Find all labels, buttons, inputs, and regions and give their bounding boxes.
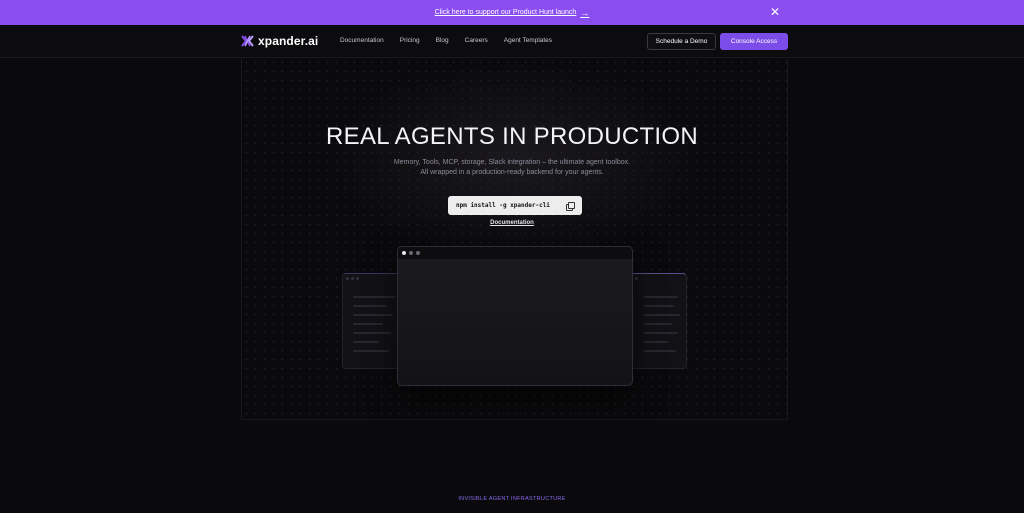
nav-link-pricing[interactable]: Pricing xyxy=(400,37,420,44)
nav-links: Documentation Pricing Blog Careers Agent… xyxy=(340,37,552,44)
nav-link-documentation[interactable]: Documentation xyxy=(340,37,384,44)
schedule-demo-button[interactable]: Schedule a Demo xyxy=(647,33,716,50)
nav-link-agent-templates[interactable]: Agent Templates xyxy=(504,37,552,44)
top-navigation: xpander.ai Documentation Pricing Blog Ca… xyxy=(0,25,1024,58)
nav-link-careers[interactable]: Careers xyxy=(465,37,488,44)
logo-text: xpander.ai xyxy=(258,34,319,48)
hero-subtitle: Memory, Tools, MCP, storage, Slack integ… xyxy=(0,158,1024,178)
install-command-box[interactable]: npm install -g xpander-cli xyxy=(448,196,582,215)
announcement-banner: Click here to support our Product Hunt l… xyxy=(0,0,1024,25)
preview-window-main xyxy=(397,246,633,386)
banner-text: Click here to support our Product Hunt l… xyxy=(434,9,577,16)
window-dot-icon xyxy=(409,251,413,255)
close-icon[interactable]: ✕ xyxy=(770,5,780,19)
arrow-right-icon: → xyxy=(580,7,590,18)
window-dot-icon xyxy=(402,251,406,255)
copy-icon[interactable] xyxy=(566,201,575,211)
hero-subtitle-line-2: All wrapped in a production-ready backen… xyxy=(420,169,604,176)
console-access-button[interactable]: Console Access xyxy=(720,33,788,50)
hero-subtitle-line-1: Memory, Tools, MCP, storage, Slack integ… xyxy=(393,159,631,166)
section-eyebrow: INVISIBLE AGENT INFRASTRUCTURE xyxy=(458,496,566,502)
install-command: npm install -g xpander-cli xyxy=(456,202,550,209)
hero-title: REAL AGENTS IN PRODUCTION xyxy=(326,123,698,150)
product-hunt-link[interactable]: Click here to support our Product Hunt l… xyxy=(435,8,590,18)
documentation-link[interactable]: Documentation xyxy=(0,220,1024,226)
window-dot-icon xyxy=(416,251,420,255)
xpander-logo-icon xyxy=(241,35,254,47)
nav-link-blog[interactable]: Blog xyxy=(436,37,449,44)
window-body xyxy=(398,259,632,385)
logo[interactable]: xpander.ai xyxy=(241,34,318,48)
window-titlebar xyxy=(398,247,632,259)
